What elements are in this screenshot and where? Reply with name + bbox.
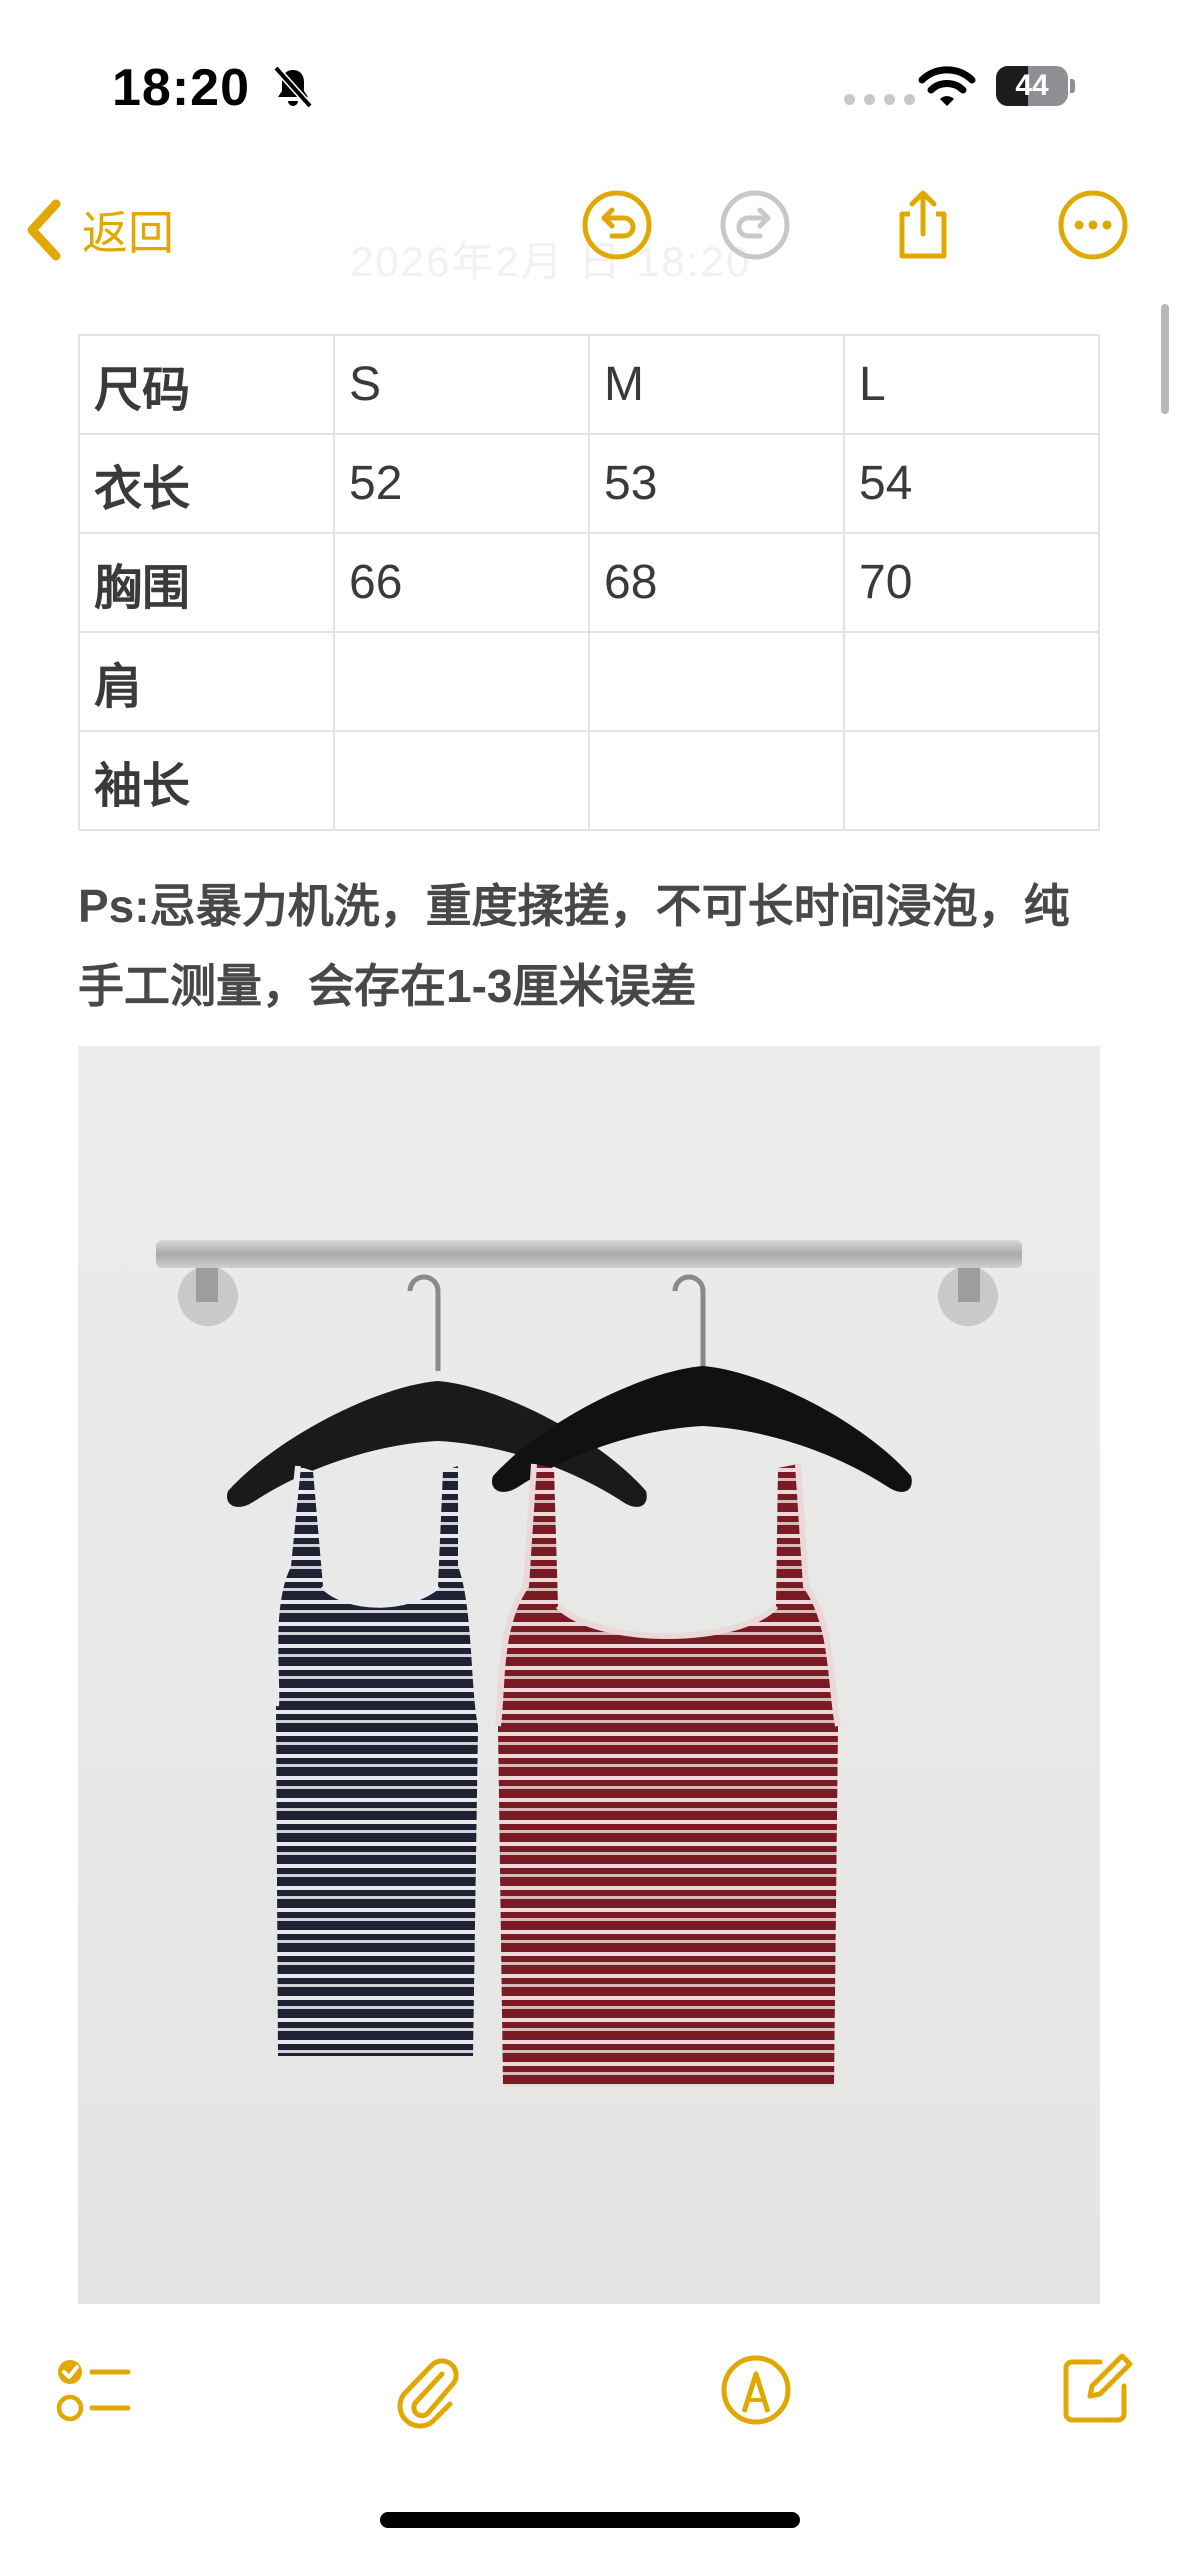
- status-time: 18:20: [112, 59, 250, 117]
- table-cell[interactable]: 衣长: [78, 433, 335, 534]
- product-photo[interactable]: [78, 1046, 1100, 2304]
- table-cell[interactable]: [588, 631, 845, 732]
- home-indicator[interactable]: [380, 2512, 800, 2528]
- table-cell[interactable]: 70: [843, 532, 1100, 633]
- battery-percent: 44: [1015, 69, 1049, 102]
- table-cell[interactable]: 66: [333, 532, 590, 633]
- compose-icon[interactable]: [1056, 2350, 1136, 2430]
- table-cell[interactable]: 54: [843, 433, 1100, 534]
- table-cell[interactable]: [843, 631, 1100, 732]
- table-cell[interactable]: [333, 631, 590, 732]
- wifi-icon: [918, 66, 976, 106]
- size-table: 尺码 S M L 衣长 52 53 54 胸围 66 68 70 肩 袖长: [78, 334, 1100, 831]
- table-cell[interactable]: 68: [588, 532, 845, 633]
- table-cell[interactable]: [333, 730, 590, 831]
- table-cell[interactable]: 53: [588, 433, 845, 534]
- chevron-left-icon: [27, 199, 61, 261]
- table-cell[interactable]: 尺码: [78, 334, 335, 435]
- status-bar: 18:20 44: [0, 0, 1179, 170]
- bottom-toolbar: [0, 2330, 1179, 2450]
- cellular-dots-icon: [844, 94, 915, 105]
- more-icon[interactable]: [1056, 188, 1130, 262]
- table-row: 尺码 S M L: [78, 334, 1100, 435]
- table-cell[interactable]: M: [588, 334, 845, 435]
- table-row: 袖长: [78, 730, 1100, 831]
- table-row: 衣长 52 53 54: [78, 433, 1100, 534]
- redo-icon[interactable]: [718, 188, 792, 262]
- table-cell[interactable]: 胸围: [78, 532, 335, 633]
- scroll-indicator[interactable]: [1161, 304, 1169, 414]
- table-cell[interactable]: [843, 730, 1100, 831]
- note-date: 2026年2月 日 18:20: [350, 238, 752, 285]
- markup-icon[interactable]: [716, 2350, 796, 2430]
- note-body-text[interactable]: Ps:忌暴力机洗，重度揉搓，不可长时间浸泡，纯手工测量，会存在1-3厘米误差: [78, 866, 1088, 1026]
- undo-icon[interactable]: [580, 188, 654, 262]
- table-row: 肩: [78, 631, 1100, 732]
- table-cell[interactable]: [588, 730, 845, 831]
- table-cell[interactable]: 袖长: [78, 730, 335, 831]
- attachment-icon[interactable]: [388, 2350, 468, 2430]
- table-cell[interactable]: S: [333, 334, 590, 435]
- table-row: 胸围 66 68 70: [78, 532, 1100, 633]
- striped-camisole-photo: [78, 1046, 1100, 2304]
- checklist-icon[interactable]: [52, 2350, 132, 2430]
- back-label: 返回: [82, 207, 174, 259]
- bell-slash-icon: [273, 65, 313, 109]
- table-cell[interactable]: 肩: [78, 631, 335, 732]
- back-button[interactable]: 返回: [24, 194, 174, 266]
- table-cell[interactable]: L: [843, 334, 1100, 435]
- nav-bar: 2026年2月 日 18:20 返回: [0, 170, 1179, 290]
- table-cell[interactable]: 52: [333, 433, 590, 534]
- battery-icon: 44: [996, 66, 1075, 106]
- share-icon[interactable]: [886, 188, 960, 262]
